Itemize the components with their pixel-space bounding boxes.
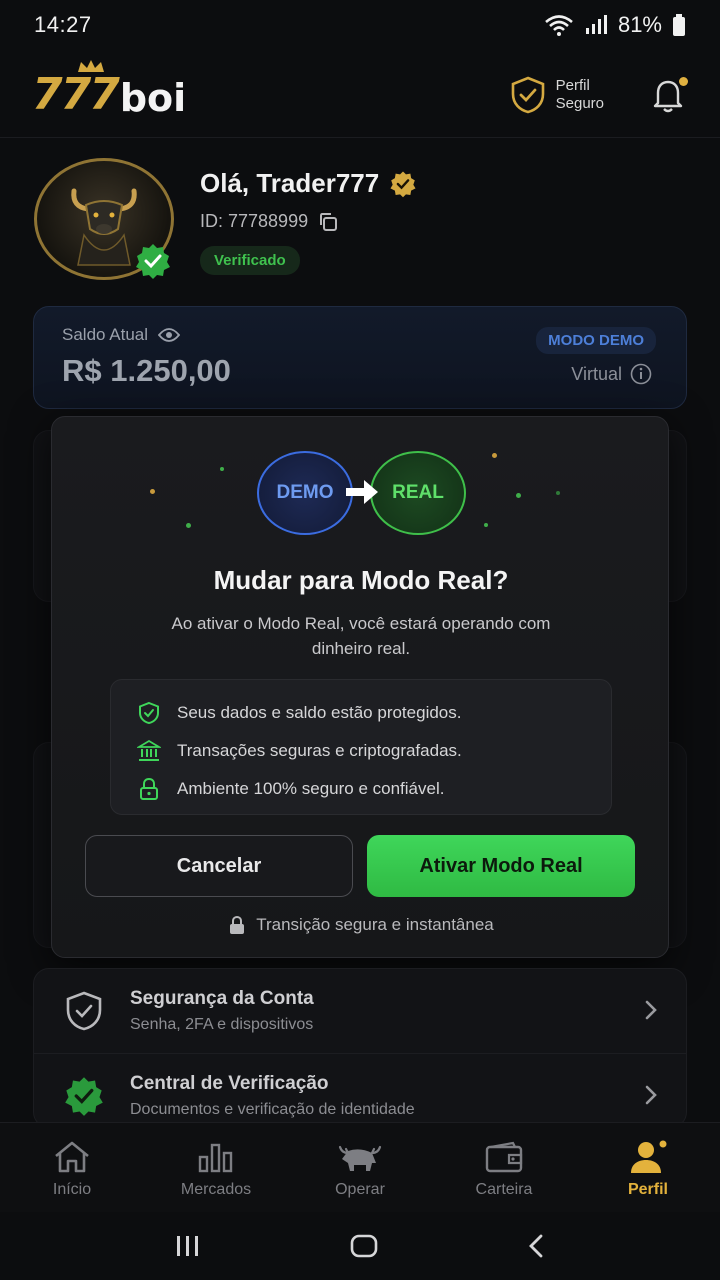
lock-icon (140, 777, 158, 800)
wallet-icon (485, 1141, 523, 1173)
menu-item-account-security[interactable]: Segurança da Conta Senha, 2FA e disposit… (34, 969, 686, 1053)
crown-icon (78, 60, 104, 72)
home-icon (55, 1141, 89, 1173)
feature-text: Seus dados e saldo estão protegidos. (177, 703, 462, 722)
safe-profile-line1: Perfil (555, 76, 590, 94)
avatar[interactable] (34, 158, 174, 280)
menu-title: Segurança da Conta (130, 988, 314, 1009)
nav-item-markets[interactable]: Mercados (144, 1123, 288, 1212)
nav-label: Início (52, 1181, 92, 1198)
user-icon (631, 1140, 667, 1173)
battery-percent: 81% (617, 12, 662, 37)
list-item: Seus dados e saldo estão protegidos. (137, 694, 585, 732)
status-icons: 81% (544, 12, 686, 38)
security-features-list: Seus dados e saldo estão protegidos. Tra… (110, 679, 612, 815)
signal-icon (585, 15, 607, 34)
nav-item-wallet[interactable]: Carteira (432, 1123, 576, 1212)
status-bar: 14:27 81% (0, 0, 720, 50)
secure-note-text: Transição segura e instantânea (256, 915, 494, 934)
profile-greeting: Olá, Trader777 (200, 168, 380, 198)
bottom-navigation: Início Mercados Operar Carteira Perfil (0, 1122, 720, 1212)
activate-real-mode-button[interactable]: Ativar Modo Real (367, 835, 635, 897)
logo-number: 777 (32, 69, 120, 120)
dialog-description: Ao ativar o Modo Real, você estará opera… (171, 614, 551, 658)
bank-icon (137, 739, 161, 761)
nav-label: Carteira (475, 1181, 533, 1198)
cancel-button[interactable]: Cancelar (85, 835, 353, 897)
switch-mode-dialog: DEMO REAL Mudar para Modo Real? Ao ativa… (51, 416, 669, 958)
logo-word: boi (119, 76, 187, 120)
lock-icon (230, 915, 245, 934)
wifi-icon (545, 15, 573, 36)
feature-text: Ambiente 100% seguro e confiável. (177, 779, 445, 798)
home-button-icon[interactable] (349, 1233, 379, 1259)
feature-text: Transações seguras e criptografadas. (177, 741, 462, 760)
list-item: Transações seguras e criptografadas. (137, 732, 585, 770)
profile-id: ID: 77788999 (200, 211, 309, 231)
battery-icon (673, 14, 685, 36)
verified-badge-icon (65, 1076, 103, 1116)
info-icon[interactable] (630, 363, 652, 385)
nav-item-trade[interactable]: Operar (288, 1123, 432, 1212)
system-navigation-bar (0, 1212, 720, 1280)
status-time: 14:27 (34, 12, 92, 37)
menu-title: Central de Verificação (130, 1072, 329, 1094)
arrow-right-icon (346, 480, 378, 504)
shield-check-icon (511, 76, 544, 113)
nav-item-profile[interactable]: Perfil (576, 1123, 720, 1212)
verified-badge-icon (136, 244, 170, 279)
nav-label: Operar (335, 1181, 385, 1198)
shield-check-icon (139, 701, 159, 725)
chevron-right-icon (645, 1000, 657, 1020)
account-type: Virtual (571, 363, 622, 384)
back-icon[interactable] (526, 1233, 546, 1259)
real-mode-circle: REAL (370, 451, 466, 535)
nav-label: Mercados (180, 1181, 252, 1198)
bar-chart-icon (198, 1143, 233, 1173)
nav-item-home[interactable]: Início (0, 1123, 144, 1212)
balance-value: R$ 1.250,00 (62, 353, 231, 388)
safe-profile-line2: Seguro (555, 94, 604, 112)
mode-demo-badge: MODO DEMO (536, 327, 656, 354)
secure-transition-note: Transição segura e instantânea (52, 915, 670, 935)
app-logo[interactable]: 777 boi (32, 60, 187, 120)
bull-icon (338, 1145, 382, 1171)
shield-check-icon (66, 991, 102, 1031)
verified-pill: Verificado (200, 246, 300, 275)
eye-icon[interactable] (158, 327, 181, 343)
menu-subtitle: Documentos e verificação de identidade (130, 1100, 415, 1118)
settings-menu: Segurança da Conta Senha, 2FA e disposit… (33, 968, 687, 1128)
demo-mode-circle: DEMO (257, 451, 353, 535)
list-item: Ambiente 100% seguro e confiável. (137, 770, 585, 808)
notifications-button[interactable] (648, 75, 688, 115)
menu-item-verification-center[interactable]: Central de Verificação Documentos e veri… (34, 1053, 686, 1127)
profile-section: Olá, Trader777 ID: 77788999 Verificado (34, 158, 694, 288)
app-header: 777 boi Perfil Seguro (0, 52, 720, 138)
chevron-right-icon (645, 1085, 657, 1105)
balance-card: Saldo Atual R$ 1.250,00 MODO DEMO Virtua… (33, 306, 687, 409)
balance-label: Saldo Atual (62, 325, 149, 344)
notification-dot (679, 76, 688, 86)
menu-subtitle: Senha, 2FA e dispositivos (130, 1016, 314, 1033)
safe-profile-button[interactable]: Perfil Seguro (510, 76, 604, 114)
gold-verified-icon (390, 170, 416, 197)
mode-switch-illustration: DEMO REAL (52, 447, 670, 547)
nav-label: Perfil (627, 1181, 668, 1198)
copy-icon[interactable] (318, 212, 338, 232)
recent-apps-icon[interactable] (174, 1234, 202, 1258)
dialog-title: Mudar para Modo Real? (213, 565, 509, 595)
